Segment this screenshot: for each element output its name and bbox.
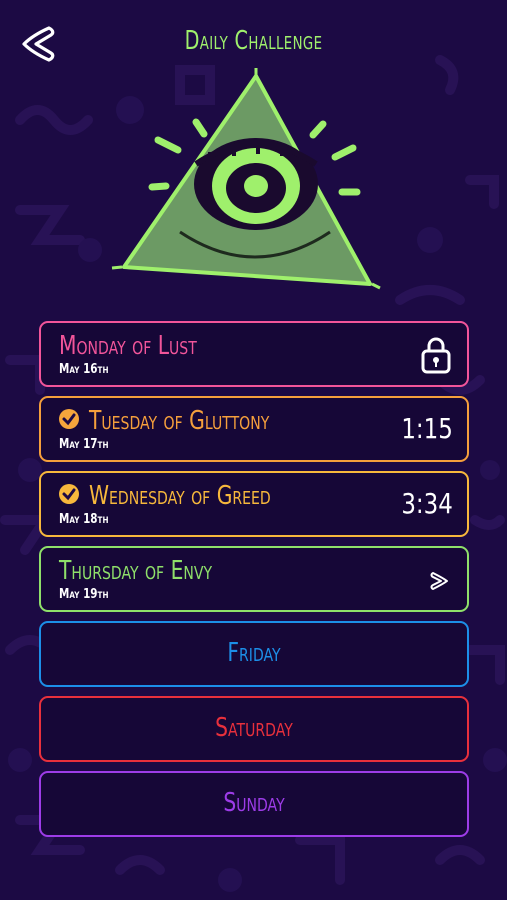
completion-time: 1:15 [401,412,453,445]
day-date: May 16th [59,362,109,377]
day-row-thursday[interactable]: Thursday of Envy May 19th [39,546,469,612]
page-title: Daily Challenge [184,26,323,56]
day-date: May 17th [59,437,109,452]
lock-icon [421,337,451,374]
day-name: Tuesday of Gluttony [89,406,270,436]
check-icon [59,409,79,429]
completion-time: 3:34 [401,487,453,520]
day-row-sunday[interactable]: Sunday [39,771,469,837]
chevron-right-icon [430,572,448,590]
day-name: Monday of Lust [59,331,197,361]
day-row-friday[interactable]: Friday [39,621,469,687]
day-row-tuesday[interactable]: Tuesday of Gluttony May 17th 1:15 [39,396,469,462]
eye-triangle-emblem [111,68,381,290]
day-name: Friday [227,638,281,668]
check-icon [59,484,79,504]
day-name: Saturday [215,713,293,743]
day-name: Thursday of Envy [59,556,213,586]
day-name: Sunday [223,788,285,818]
day-date: May 19th [59,587,109,602]
day-name: Wednesday of Greed [89,481,271,511]
day-row-monday[interactable]: Monday of Lust May 16th [39,321,469,387]
back-chevron-icon[interactable] [18,22,58,66]
day-date: May 18th [59,512,109,527]
day-row-saturday[interactable]: Saturday [39,696,469,762]
day-row-wednesday[interactable]: Wednesday of Greed May 18th 3:34 [39,471,469,537]
